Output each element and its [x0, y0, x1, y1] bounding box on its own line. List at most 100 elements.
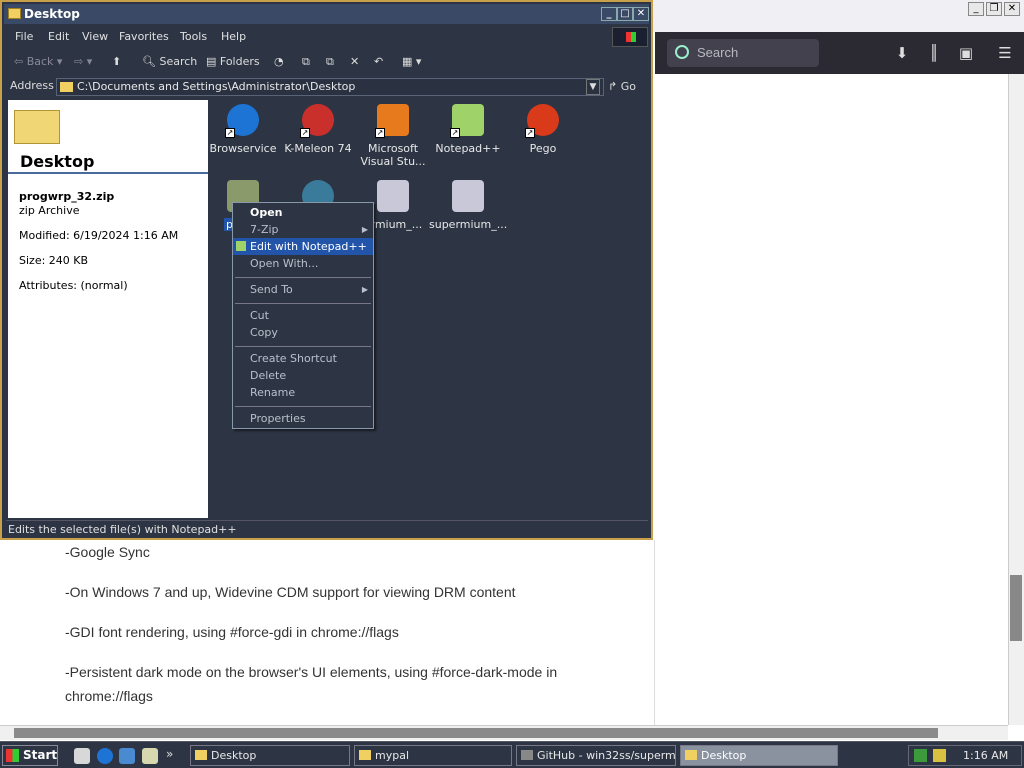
search-placeholder: Search — [697, 45, 739, 60]
explorer-titlebar[interactable]: Desktop _ □ ✕ — [4, 4, 649, 24]
menu-tools[interactable]: Tools — [180, 30, 207, 43]
desktop-item-notepad-plus-plus[interactable]: ↗ Notepad++ — [429, 104, 507, 155]
address-label: Address — [10, 79, 54, 92]
visual-studio-icon: ↗ — [375, 104, 409, 138]
page-text-line: chrome://flags — [65, 688, 153, 704]
task-desktop-active[interactable]: Desktop — [680, 745, 838, 766]
minimize-icon[interactable]: _ — [968, 2, 984, 16]
menu-item-label: Rename — [250, 386, 296, 399]
task-github-supermium[interactable]: GitHub - win32ss/supermi... — [516, 745, 676, 766]
menu-item-open-with[interactable]: Open With... — [233, 255, 373, 272]
menu-item-edit-with-notepad[interactable]: Edit with Notepad++ — [233, 238, 373, 255]
sidebar-icon[interactable]: ▣ — [957, 44, 975, 62]
page-text-line: -Google Sync — [65, 544, 150, 560]
menu-separator — [235, 406, 371, 407]
menu-icon[interactable]: ☰ — [996, 44, 1014, 62]
search-button[interactable]: 🔍︎ Search — [142, 55, 197, 68]
forward-button[interactable]: ⇨ ▾ — [74, 55, 92, 68]
delete-icon[interactable]: ✕ — [350, 55, 359, 68]
menu-separator — [235, 303, 371, 304]
internet-explorer-icon[interactable] — [97, 748, 113, 764]
folder-icon — [8, 8, 21, 19]
search-input[interactable]: Search — [667, 39, 819, 67]
menu-item-copy[interactable]: Copy — [233, 324, 373, 341]
menu-item-7zip[interactable]: 7-Zip ▶ — [233, 221, 373, 238]
file-modified: Modified: 6/19/2024 1:16 AM — [19, 229, 179, 242]
menu-item-rename[interactable]: Rename — [233, 384, 373, 401]
menu-item-open[interactable]: Open — [233, 204, 373, 221]
restore-icon[interactable]: ❐ — [986, 2, 1002, 16]
page-text-line: -Persistent dark mode on the browser's U… — [65, 664, 558, 680]
menu-file[interactable]: File — [15, 30, 33, 43]
menu-view[interactable]: View — [82, 30, 108, 43]
menu-item-cut[interactable]: Cut — [233, 307, 373, 324]
browser-icon — [521, 750, 533, 760]
menu-bar: File Edit View Favorites Tools Help — [6, 26, 648, 48]
notepad-plus-plus-icon — [236, 241, 246, 251]
minimize-button[interactable]: _ — [601, 7, 617, 21]
menu-item-label: Copy — [250, 326, 278, 339]
desktop-item-browservice[interactable]: ↗ Browservice — [204, 104, 282, 155]
file-size: Size: 240 KB — [19, 254, 89, 267]
submenu-arrow-icon: ▶ — [361, 285, 368, 294]
copy-to-icon[interactable]: ⧉ — [326, 55, 334, 69]
outlook-express-icon[interactable] — [119, 748, 135, 764]
library-icon[interactable]: ║ — [925, 44, 943, 62]
windows-flag-icon — [6, 749, 19, 762]
details-pane: Desktop progwrp_32.zip zip Archive Modif… — [8, 100, 208, 518]
history-icon[interactable]: ◔ — [274, 55, 284, 68]
download-icon[interactable]: ⬇ — [893, 44, 911, 62]
explorer-toolbar: ⇦ Back ▾ ⇨ ▾ ⬆ 🔍︎ Search ▤ Folders ◔ ⧉ ⧉… — [6, 50, 648, 74]
item-label: supermium_... — [429, 218, 508, 231]
network-icon[interactable] — [914, 749, 927, 762]
desktop-item-visual-studio[interactable]: ↗ Microsoft Visual Stu... — [354, 104, 432, 168]
desktop-item-pego[interactable]: ↗ Pego — [504, 104, 582, 155]
address-field[interactable]: C:\Documents and Settings\Administrator\… — [56, 78, 604, 96]
menu-help[interactable]: Help — [221, 30, 246, 43]
page-text-line: -On Windows 7 and up, Widevine CDM suppo… — [65, 584, 516, 600]
move-to-icon[interactable]: ⧉ — [302, 55, 310, 69]
horizontal-scroll-thumb[interactable] — [14, 728, 938, 738]
menu-item-create-shortcut[interactable]: Create Shortcut — [233, 350, 373, 367]
clock[interactable]: 1:16 AM — [963, 746, 1008, 765]
explorer-quicklaunch-icon[interactable] — [142, 748, 158, 764]
desktop-item-supermium-2[interactable]: supermium_... — [429, 180, 507, 231]
up-folder-icon[interactable]: ⬆ — [112, 55, 121, 68]
menu-item-label: Edit with Notepad++ — [250, 240, 367, 253]
taskbar: Start » Desktop mypal GitHub - win32ss/s… — [0, 741, 1024, 768]
folders-button[interactable]: ▤ Folders — [206, 55, 260, 68]
menu-separator — [235, 277, 371, 278]
address-dropdown-button[interactable]: ▼ — [586, 79, 600, 95]
show-desktop-icon[interactable] — [74, 748, 90, 764]
menu-item-delete[interactable]: Delete — [233, 367, 373, 384]
task-desktop[interactable]: Desktop — [190, 745, 350, 766]
quicklaunch-overflow-icon[interactable]: » — [166, 747, 173, 761]
start-button[interactable]: Start — [2, 745, 58, 766]
supermium-installer-icon — [377, 180, 409, 212]
tray-app-icon[interactable] — [933, 749, 946, 762]
address-value: C:\Documents and Settings\Administrator\… — [77, 80, 356, 93]
close-icon[interactable]: ✕ — [1004, 2, 1020, 16]
views-button[interactable]: ▦ ▾ — [402, 55, 421, 68]
window-title: Desktop — [24, 7, 80, 21]
menu-edit[interactable]: Edit — [48, 30, 69, 43]
undo-icon[interactable]: ↶ — [374, 55, 383, 68]
menu-separator — [235, 346, 371, 347]
go-button[interactable]: ↱ Go — [608, 78, 646, 96]
menu-item-send-to[interactable]: Send To ▶ — [233, 281, 373, 298]
go-label: Go — [620, 80, 636, 93]
details-title: Desktop — [20, 152, 95, 171]
back-button[interactable]: ⇦ Back ▾ — [14, 55, 62, 68]
close-button[interactable]: ✕ — [633, 7, 649, 21]
browservice-icon: ↗ — [225, 104, 259, 138]
menu-item-properties[interactable]: Properties — [233, 410, 373, 427]
start-label: Start — [23, 748, 58, 762]
address-bar: Address C:\Documents and Settings\Admini… — [6, 76, 648, 98]
desktop-item-k-meleon[interactable]: ↗ K-Meleon 74 — [279, 104, 357, 155]
maximize-button[interactable]: □ — [617, 7, 633, 21]
menu-favorites[interactable]: Favorites — [119, 30, 169, 43]
vertical-scroll-thumb[interactable] — [1010, 575, 1022, 641]
status-bar: Edits the selected file(s) with Notepad+… — [6, 520, 648, 538]
task-mypal[interactable]: mypal — [354, 745, 512, 766]
folder-icon — [195, 750, 207, 760]
